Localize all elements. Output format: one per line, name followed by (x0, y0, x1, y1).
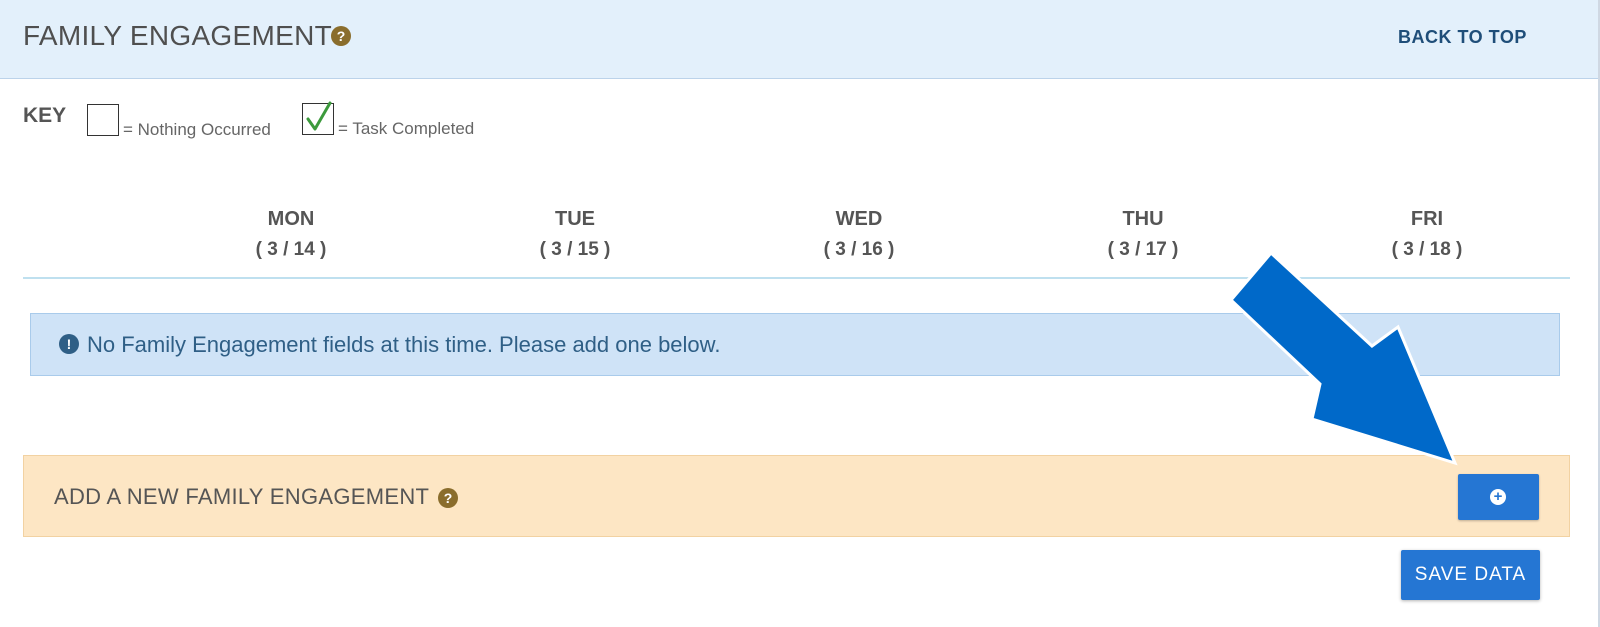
day-date: ( 3 / 18 ) (1391, 239, 1463, 260)
section-header: FAMILY ENGAGEMENT ? BACK TO TOP (0, 0, 1598, 79)
day-date: ( 3 / 14 ) (255, 239, 327, 260)
day-date: ( 3 / 16 ) (823, 239, 895, 260)
add-engagement-button[interactable]: + (1458, 474, 1539, 520)
key-nothing-occurred-text: = Nothing Occurred (123, 120, 271, 139)
info-alert: ! No Family Engagement fields at this ti… (30, 313, 1560, 376)
day-column-fri: FRI ( 3 / 18 ) (1347, 208, 1507, 261)
empty-checkbox-icon (87, 104, 119, 136)
day-date: ( 3 / 15 ) (539, 239, 611, 260)
day-column-thu: THU ( 3 / 17 ) (1063, 208, 1223, 261)
back-to-top-link[interactable]: BACK TO TOP (1398, 27, 1527, 48)
day-column-tue: TUE ( 3 / 15 ) (495, 208, 655, 261)
day-column-wed: WED ( 3 / 16 ) (779, 208, 939, 261)
plus-circle-icon: + (1490, 489, 1506, 505)
section-title: FAMILY ENGAGEMENT (23, 20, 333, 51)
add-family-engagement-panel: ADD A NEW FAMILY ENGAGEMENT ? + (23, 455, 1570, 537)
day-date: ( 3 / 17 ) (1107, 239, 1179, 260)
checked-checkbox-icon (302, 101, 334, 135)
day-name: WED (835, 208, 883, 230)
question-circle-icon[interactable]: ? (438, 488, 458, 508)
question-circle-icon[interactable]: ? (331, 26, 351, 46)
add-panel-title: ADD A NEW FAMILY ENGAGEMENT (54, 484, 430, 509)
day-name: TUE (555, 208, 595, 230)
days-divider (23, 277, 1570, 279)
day-column-mon: MON ( 3 / 14 ) (211, 208, 371, 261)
day-name: THU (1122, 208, 1164, 230)
key-label: KEY (23, 104, 67, 127)
key-task-completed-text: = Task Completed (338, 119, 475, 138)
day-name: MON (267, 208, 315, 230)
exclamation-circle-icon: ! (59, 334, 79, 354)
day-name: FRI (1410, 208, 1444, 230)
save-data-button[interactable]: SAVE DATA (1401, 550, 1540, 600)
alert-message: No Family Engagement fields at this time… (87, 332, 721, 357)
